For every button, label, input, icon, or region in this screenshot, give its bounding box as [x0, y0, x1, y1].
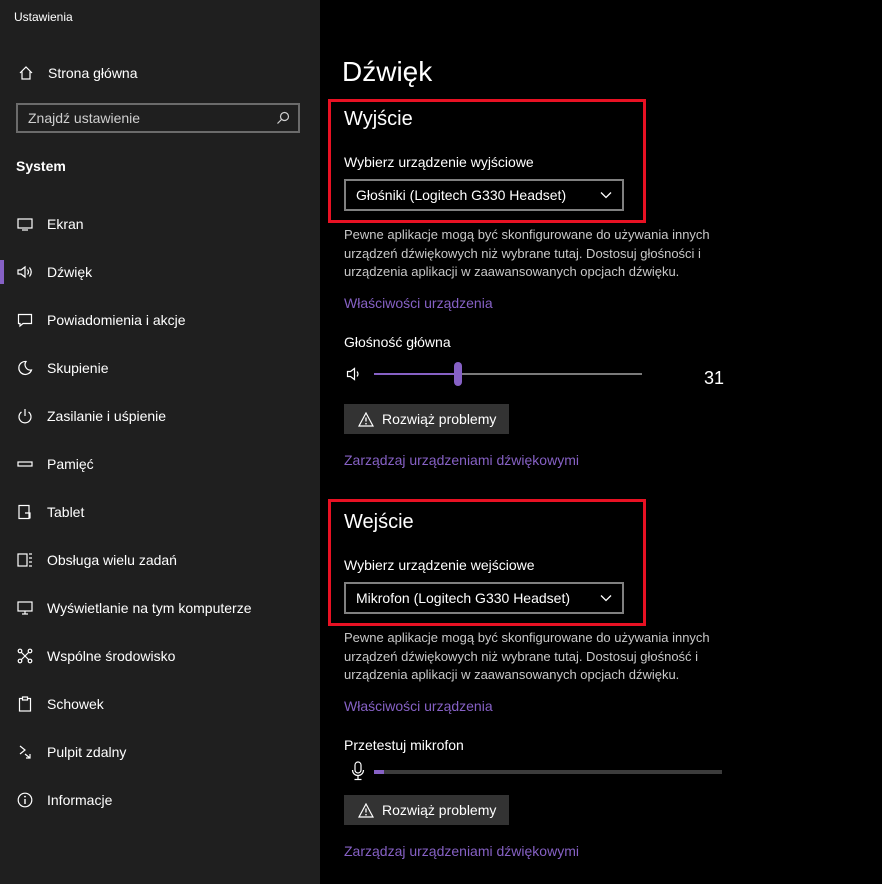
sidebar-item-zasilanie[interactable]: Zasilanie i uśpienie: [0, 392, 320, 440]
sidebar-item-powiadomienia[interactable]: Powiadomienia i akcje: [0, 296, 320, 344]
sidebar-item-dzwiek[interactable]: Dźwięk: [0, 248, 320, 296]
sidebar-item-label: Wspólne środowisko: [47, 648, 176, 664]
warning-icon: [358, 411, 374, 427]
sidebar-item-label: Zasilanie i uśpienie: [47, 408, 167, 424]
app-title: Ustawienia: [14, 10, 73, 24]
input-troubleshoot-label: Rozwiąż problemy: [382, 802, 497, 818]
home-label: Strona główna: [48, 65, 138, 81]
input-description-line: urządzeń dźwiękowych niż wybrane tutaj. …: [344, 648, 699, 664]
moon-icon: [16, 359, 34, 377]
output-heading: Wyjście: [344, 108, 413, 130]
sidebar-item-wyswietlanie[interactable]: Wyświetlanie na tym komputerze: [0, 584, 320, 632]
display-icon: [16, 215, 34, 233]
main-content: Dźwięk Wyjście Wybierz urządzenie wyjści…: [320, 0, 882, 884]
sidebar-item-pamiec[interactable]: Pamięć: [0, 440, 320, 488]
mic-test-label: Przetestuj mikrofon: [344, 737, 464, 753]
sidebar-item-tablet[interactable]: Tablet: [0, 488, 320, 536]
chevron-down-icon: [600, 189, 612, 201]
section-label: System: [16, 158, 66, 174]
output-description-line: urządzenia aplikacji w zaawansowanych op…: [344, 264, 680, 279]
tablet-icon: [16, 503, 34, 521]
speaker-icon: [16, 263, 34, 281]
mic-level-fill: [374, 770, 384, 774]
volume-slider-fill: [374, 373, 458, 375]
sidebar-item-wielozadaniowosc[interactable]: Obsługa wielu zadań: [0, 536, 320, 584]
output-manage-devices-link[interactable]: Zarządzaj urządzeniami dźwiękowymi: [344, 452, 579, 468]
input-description-line: urządzenia aplikacji w zaawansowanych op…: [344, 667, 680, 682]
microphone-icon: [350, 761, 366, 781]
input-description-line: Pewne aplikacje mogą być skonfigurowane …: [344, 630, 710, 645]
sidebar-item-label: Schowek: [47, 696, 104, 712]
sidebar-item-label: Pulpit zdalny: [47, 744, 127, 760]
volume-speaker-icon[interactable]: [346, 366, 362, 382]
output-troubleshoot-label: Rozwiąż problemy: [382, 411, 497, 427]
power-icon: [16, 407, 34, 425]
sidebar-item-skupienie[interactable]: Skupienie: [0, 344, 320, 392]
sidebar-item-label: Informacje: [47, 792, 113, 808]
output-device-dropdown[interactable]: Głośniki (Logitech G330 Headset): [344, 179, 624, 211]
sidebar-item-label: Wyświetlanie na tym komputerze: [47, 600, 252, 616]
warning-icon: [358, 802, 374, 818]
sidebar-item-schowek[interactable]: Schowek: [0, 680, 320, 728]
notification-icon: [16, 311, 34, 329]
home-link[interactable]: Strona główna: [16, 62, 138, 84]
sidebar-item-label: Powiadomienia i akcje: [47, 312, 186, 328]
search-box[interactable]: [16, 103, 300, 133]
sidebar-item-label: Dźwięk: [47, 264, 93, 280]
input-description: Pewne aplikacje mogą być skonfigurowane …: [344, 629, 744, 685]
search-input[interactable]: [18, 109, 268, 127]
output-select-label: Wybierz urządzenie wyjściowe: [344, 154, 534, 170]
volume-label: Głośność główna: [344, 334, 451, 350]
info-icon: [16, 791, 34, 809]
input-select-label: Wybierz urządzenie wejściowe: [344, 557, 535, 573]
shared-experiences-icon: [16, 647, 34, 665]
page-title: Dźwięk: [342, 56, 433, 87]
chevron-down-icon: [600, 592, 612, 604]
input-troubleshoot-button[interactable]: Rozwiąż problemy: [344, 795, 509, 825]
output-description: Pewne aplikacje mogą być skonfigurowane …: [344, 226, 744, 282]
input-heading: Wejście: [344, 511, 414, 533]
volume-slider-thumb[interactable]: [454, 362, 462, 386]
output-device-properties-link[interactable]: Właściwości urządzenia: [344, 295, 493, 311]
storage-icon: [16, 455, 34, 473]
output-description-line: urządzeń dźwiękowych niż wybrane tutaj. …: [344, 245, 701, 261]
input-manage-devices-link[interactable]: Zarządzaj urządzeniami dźwiękowymi: [344, 843, 579, 859]
clipboard-icon: [16, 695, 34, 713]
sidebar-item-pulpit-zdalny[interactable]: Pulpit zdalny: [0, 728, 320, 776]
sidebar-item-ekran[interactable]: Ekran: [0, 200, 320, 248]
multitasking-icon: [16, 551, 34, 569]
remote-desktop-icon: [16, 743, 34, 761]
sidebar-item-label: Skupienie: [47, 360, 109, 376]
sidebar-item-wspolne-srodowisko[interactable]: Wspólne środowisko: [0, 632, 320, 680]
sidebar-item-label: Obsługa wielu zadań: [47, 552, 177, 568]
sidebar: Ustawienia Strona główna System Ekran Dź…: [0, 0, 320, 884]
search-icon[interactable]: [268, 111, 298, 125]
mic-level-track: [374, 770, 722, 774]
volume-value: 31: [704, 368, 725, 388]
sidebar-item-label: Ekran: [47, 216, 84, 232]
output-device-value: Głośniki (Logitech G330 Headset): [356, 187, 567, 203]
output-description-line: Pewne aplikacje mogą być skonfigurowane …: [344, 227, 710, 242]
sidebar-item-label: Tablet: [47, 504, 85, 520]
sidebar-nav: Ekran Dźwięk Powiadomienia i akcje Skupi…: [0, 200, 320, 824]
sidebar-item-label: Pamięć: [47, 456, 94, 472]
input-device-properties-link[interactable]: Właściwości urządzenia: [344, 698, 493, 714]
output-troubleshoot-button[interactable]: Rozwiąż problemy: [344, 404, 509, 434]
sidebar-item-informacje[interactable]: Informacje: [0, 776, 320, 824]
input-device-value: Mikrofon (Logitech G330 Headset): [356, 590, 570, 606]
projecting-icon: [16, 599, 34, 617]
input-device-dropdown[interactable]: Mikrofon (Logitech G330 Headset): [344, 582, 624, 614]
home-icon: [16, 63, 36, 83]
